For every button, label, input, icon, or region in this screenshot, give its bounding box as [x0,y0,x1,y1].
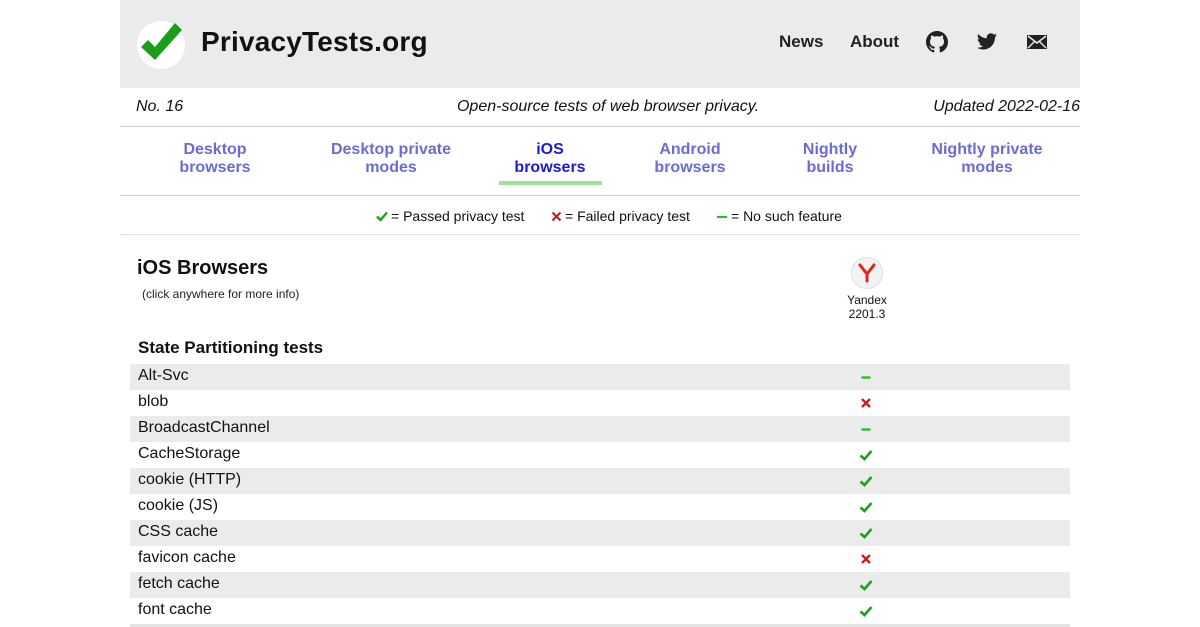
tab-label: Desktop [183,141,247,158]
active-tab-indicator [499,181,602,185]
tab-desktop-private-modes[interactable]: Desktop private modes [316,141,466,177]
browser-name: Yandex [847,293,887,307]
tab-label: modes [365,159,417,176]
legend-passed-label: = Passed privacy test [391,208,525,224]
check-icon[interactable] [859,578,873,592]
mail-icon[interactable] [1026,31,1048,53]
github-icon[interactable] [926,31,948,53]
legend-none-label: = No such feature [731,208,842,224]
table-row[interactable]: favicon cache [130,546,1070,572]
table-row[interactable]: CacheStorage [130,442,1070,468]
legend-none: = No such feature [716,208,842,224]
tab-label: builds [806,159,854,176]
check-icon[interactable] [859,448,873,462]
cross-icon [551,211,562,222]
test-name: blob [138,393,169,410]
test-name: Alt-Svc [138,367,189,384]
page-note: (click anywhere for more info) [142,287,300,301]
subheader: No. 16 Open-source tests of web browser … [120,88,1080,127]
dash-icon[interactable] [859,422,873,436]
tab-label: browsers [514,159,586,176]
tab-label: Android [659,141,721,158]
tab-desktop-browsers[interactable]: Desktop browsers [165,141,265,177]
tab-nightly-builds[interactable]: Nightly builds [785,141,875,177]
site-title[interactable]: PrivacyTests.org [201,26,428,58]
test-name: BroadcastChannel [138,419,270,436]
cross-icon[interactable] [859,552,873,566]
legend-failed-label: = Failed privacy test [565,208,690,224]
test-name: cookie (HTTP) [138,471,242,488]
table-row[interactable]: BroadcastChannel [130,416,1070,442]
table-row[interactable]: blob [130,390,1070,416]
cross-icon[interactable] [859,396,873,410]
dash-icon[interactable] [859,370,873,384]
table-row[interactable]: Alt-Svc [130,364,1070,390]
browser-category-tabs: Desktop browsers Desktop private modes i… [120,127,1080,196]
test-name: CacheStorage [138,445,241,462]
updated-date: Updated 2022-02-16 [933,98,1080,115]
tab-label: iOS [536,141,564,158]
checkmark-icon[interactable] [137,21,185,69]
check-icon[interactable] [859,474,873,488]
tab-android-browsers[interactable]: Android browsers [640,141,740,177]
test-name: cookie (JS) [138,497,219,514]
nav-news-link[interactable]: News [779,32,823,52]
table-row[interactable]: fetch cache [130,572,1070,598]
site-header: PrivacyTests.org News About [120,0,1080,88]
page: PrivacyTests.org News About No. 16 Open-… [120,0,1080,627]
tab-label: Nightly [802,141,858,158]
twitter-icon[interactable] [976,31,998,53]
check-icon[interactable] [859,526,873,540]
test-group-title: State Partitioning tests [138,338,324,357]
test-name: fetch cache [138,575,220,592]
table-row[interactable]: CSS cache [130,520,1070,546]
tab-label: browsers [654,159,726,176]
nav-about-link[interactable]: About [850,32,899,52]
tab-label: Nightly private [931,141,1043,158]
test-name: favicon cache [138,549,236,566]
tab-label: modes [961,159,1013,176]
tab-label: Desktop private [330,141,452,158]
legend-failed: = Failed privacy test [551,208,690,224]
table-row[interactable]: font cache [130,598,1070,624]
check-icon [376,211,388,222]
test-results-table: Alt-Svc blob BroadcastChannel CacheStorage c… [130,364,1070,624]
tab-ios-browsers[interactable]: iOS browsers [500,141,600,177]
test-name: font cache [138,601,212,618]
yandex-logo-icon [851,257,883,289]
page-title: iOS Browsers [137,257,269,279]
check-icon[interactable] [859,604,873,618]
test-name: CSS cache [138,523,219,540]
legend-passed: = Passed privacy test [376,208,524,224]
browser-column-header[interactable]: Yandex 2201.3 [832,257,902,321]
tab-nightly-private-modes[interactable]: Nightly private modes [917,141,1057,177]
tab-label: browsers [179,159,251,176]
check-icon[interactable] [859,500,873,514]
table-row[interactable]: cookie (JS) [130,494,1070,520]
table-row[interactable]: cookie (HTTP) [130,468,1070,494]
result-legend: = Passed privacy test = Failed privacy t… [120,196,1080,235]
dash-icon [717,215,727,219]
browser-version: 2201.3 [848,307,886,321]
